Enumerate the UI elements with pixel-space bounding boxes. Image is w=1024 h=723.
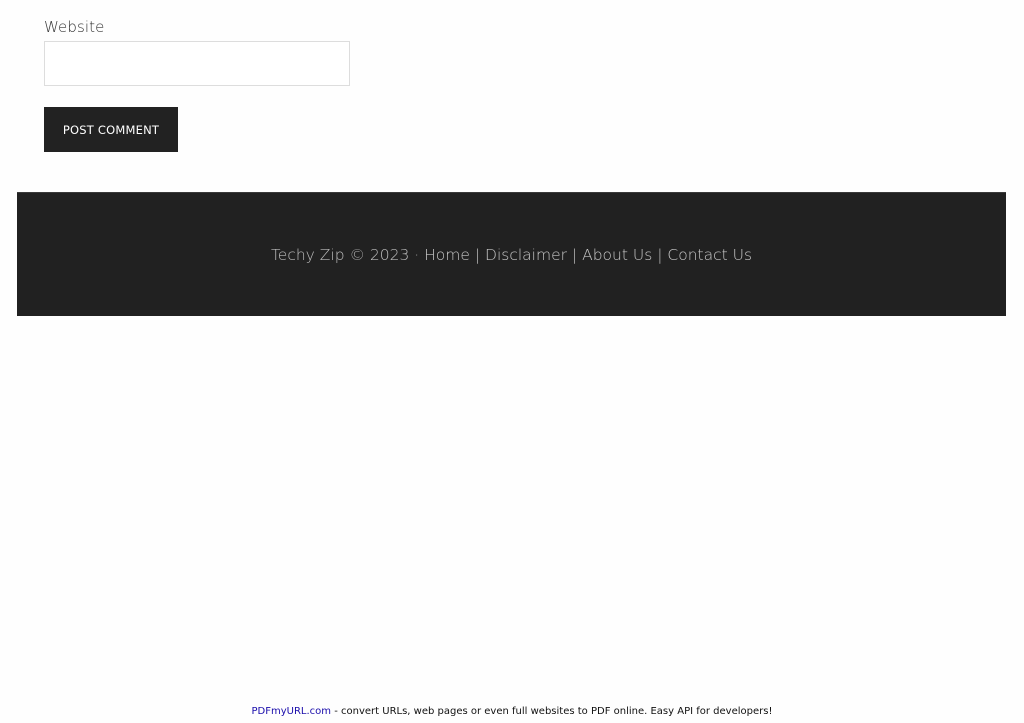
- footer-link-about-us[interactable]: About Us: [582, 246, 652, 264]
- pdfmyurl-link[interactable]: PDFmyURL.com: [252, 706, 332, 717]
- footer-separator: |: [571, 245, 578, 264]
- pdfmyurl-banner: PDFmyURL.com - convert URLs, web pages o…: [0, 706, 1024, 717]
- footer-separator: |: [657, 245, 663, 264]
- footer-link-disclaimer[interactable]: Disclaimer: [485, 246, 567, 264]
- website-input[interactable]: [44, 41, 350, 86]
- pdfmyurl-text: - convert URLs, web pages or even full w…: [331, 706, 773, 717]
- post-comment-button[interactable]: POST COMMENT: [44, 107, 178, 152]
- footer-link-home[interactable]: Home: [424, 246, 470, 264]
- website-label: Website: [44, 18, 105, 36]
- footer-text: Techy Zip © 2023 · Home | Disclaimer | A…: [271, 246, 752, 264]
- site-footer: Techy Zip © 2023 · Home | Disclaimer | A…: [17, 192, 1006, 316]
- footer-link-contact-us[interactable]: Contact Us: [667, 246, 752, 264]
- page: Website POST COMMENT Techy Zip © 2023 · …: [0, 0, 1024, 723]
- footer-copyright: Techy Zip © 2023 ·: [270, 245, 420, 264]
- footer-separator: |: [474, 245, 481, 264]
